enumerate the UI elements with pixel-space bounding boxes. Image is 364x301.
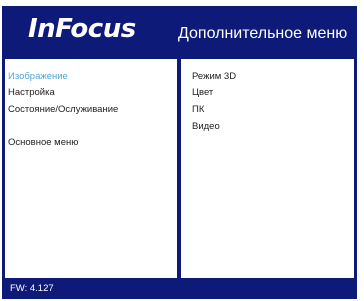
menu-content: Изображение Настройка Состояние/Ослужива… [5,59,354,278]
menu-item-basic-menu[interactable]: Основное меню [8,137,78,148]
menu-title: Дополнительное меню [178,25,348,42]
menu-item-status-service[interactable]: Состояние/Ослуживание [8,104,118,115]
menu-item-setup[interactable]: Настройка [8,87,55,98]
submenu-item-3d-mode[interactable]: Режим 3D [192,71,236,82]
firmware-version: FW: 4.127 [10,283,54,294]
submenu-list: Режим 3D Цвет ПК Видео [181,59,354,278]
submenu-item-color[interactable]: Цвет [192,87,213,98]
menu-item-image[interactable]: Изображение [8,71,68,82]
submenu-item-video[interactable]: Видео [192,121,220,132]
projector-osd-window: InFocus Дополнительное меню Изображение … [2,6,357,299]
menu-header: InFocus Дополнительное меню [2,6,357,56]
submenu-item-pc[interactable]: ПК [192,104,204,115]
main-menu-list: Изображение Настройка Состояние/Ослужива… [5,59,177,278]
status-footer: FW: 4.127 [2,278,357,299]
infocus-logo: InFocus [28,14,136,44]
